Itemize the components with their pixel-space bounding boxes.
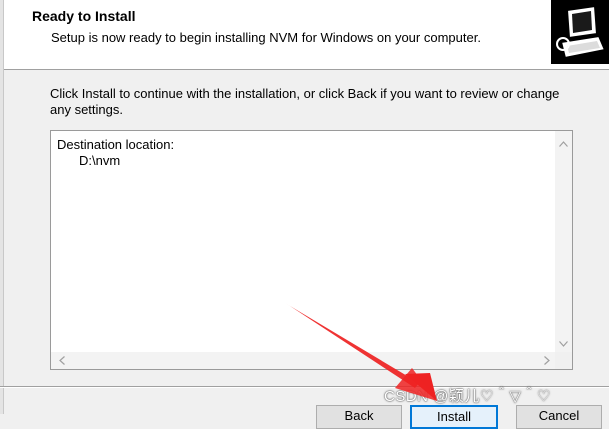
page-subtitle: Setup is now ready to begin installing N… (51, 30, 481, 45)
window-left-edge (0, 0, 4, 414)
instruction-text: Click Install to continue with the insta… (50, 86, 560, 117)
scroll-left-arrow-icon[interactable] (53, 352, 70, 369)
scrollbar-corner (555, 352, 572, 369)
scroll-up-arrow-icon[interactable] (555, 135, 572, 152)
destination-label: Destination location: (57, 137, 175, 152)
scroll-down-arrow-icon[interactable] (555, 335, 572, 352)
ready-memo-box[interactable]: Destination location: D:\nvm (50, 130, 573, 370)
back-button[interactable]: Back (316, 405, 402, 429)
destination-path: D:\nvm (79, 153, 121, 168)
vertical-scrollbar[interactable] (555, 131, 572, 352)
csdn-watermark: CSDN @颖儿♡＾▽＾♡ (384, 388, 551, 405)
setup-computer-icon (551, 0, 609, 64)
wizard-header: Ready to Install Setup is now ready to b… (0, 0, 609, 70)
horizontal-scrollbar[interactable] (51, 352, 555, 369)
cancel-button[interactable]: Cancel (516, 405, 602, 429)
page-title: Ready to Install (32, 8, 136, 24)
install-button[interactable]: Install (410, 405, 498, 429)
scroll-right-arrow-icon[interactable] (538, 352, 555, 369)
